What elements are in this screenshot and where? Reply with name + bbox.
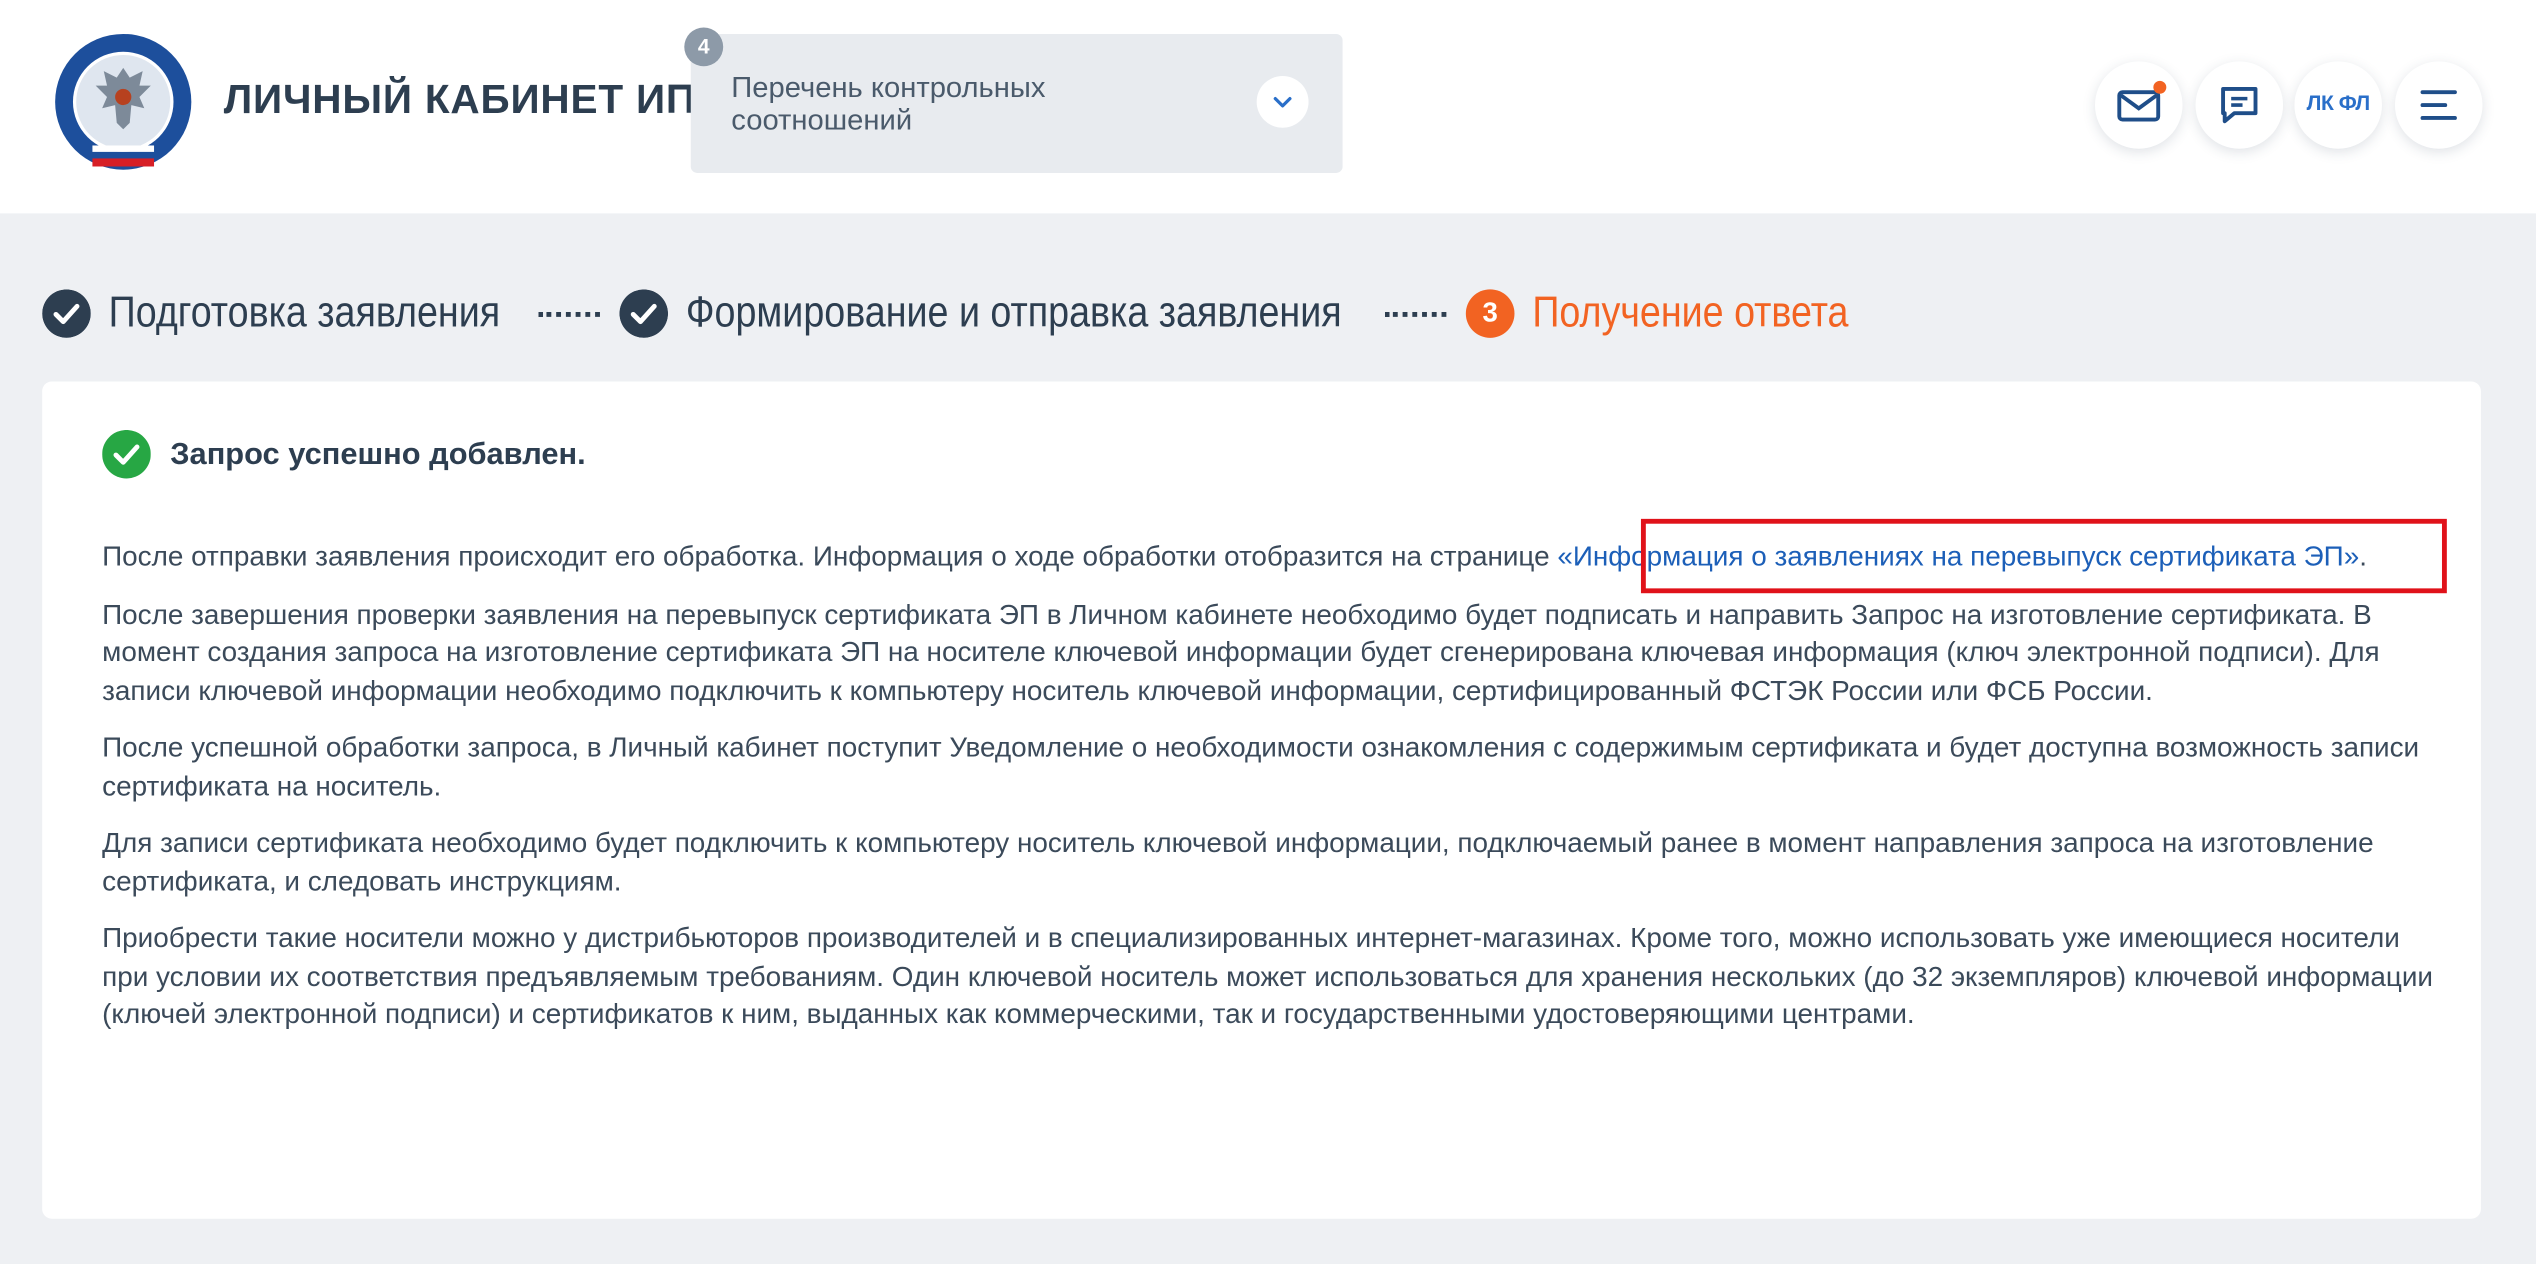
paragraph-4: Для записи сертификата необходимо будет … — [102, 825, 2374, 897]
header: ЛИЧНЫЙ КАБИНЕТ ИП 4 Перечень контрольных… — [0, 0, 2536, 214]
step-3-number: 3 — [1465, 289, 1515, 338]
menu-icon — [2420, 90, 2457, 120]
step-connector — [1384, 311, 1447, 320]
check-icon — [42, 289, 91, 338]
messages-button[interactable] — [2195, 61, 2284, 149]
paragraph-5: Приобрести такие носители можно у дистри… — [102, 921, 2433, 1030]
select-badge: 4 — [684, 27, 724, 67]
step-1-label: Подготовка заявления — [108, 287, 501, 337]
paragraph-3: После успешной обработки запроса, в Личн… — [102, 730, 2420, 801]
paragraph-1-text: После отправки заявления происходит его … — [102, 539, 1558, 573]
lk-fl-button[interactable]: ЛК ФЛ — [2294, 61, 2382, 149]
app-title: ЛИЧНЫЙ КАБИНЕТ ИП — [223, 77, 696, 123]
instructions: После отправки заявления происходит его … — [102, 538, 2453, 1053]
step-3-label: Получение ответа — [1532, 287, 1849, 337]
step-connector — [538, 311, 600, 320]
paragraph-2: После завершения проверки заявления на п… — [102, 597, 2380, 706]
link-highlight-box — [1640, 518, 2447, 594]
mail-button[interactable] — [2094, 61, 2183, 149]
lk-fl-label: ЛК ФЛ — [2306, 90, 2371, 115]
result-card: Запрос успешно добавлен. После отправки … — [42, 381, 2481, 1219]
success-title: Запрос успешно добавлен. — [170, 438, 586, 472]
context-select[interactable]: 4 Перечень контрольных соотношений — [684, 27, 1343, 173]
chat-icon — [2221, 86, 2258, 124]
success-check-icon — [102, 429, 151, 479]
menu-button[interactable] — [2394, 61, 2483, 149]
chevron-down-icon[interactable] — [1256, 75, 1309, 128]
page: ЛИЧНЫЙ КАБИНЕТ ИП 4 Перечень контрольных… — [0, 0, 2536, 1264]
stepper: Подготовка заявления Формирование и отпр… — [42, 284, 1988, 342]
fns-logo[interactable] — [54, 32, 193, 171]
check-icon — [619, 289, 669, 338]
notification-dot — [2153, 80, 2167, 94]
select-value: Перечень контрольных соотношений — [731, 71, 1046, 136]
step-2-label: Формирование и отправка заявления — [685, 287, 1342, 337]
